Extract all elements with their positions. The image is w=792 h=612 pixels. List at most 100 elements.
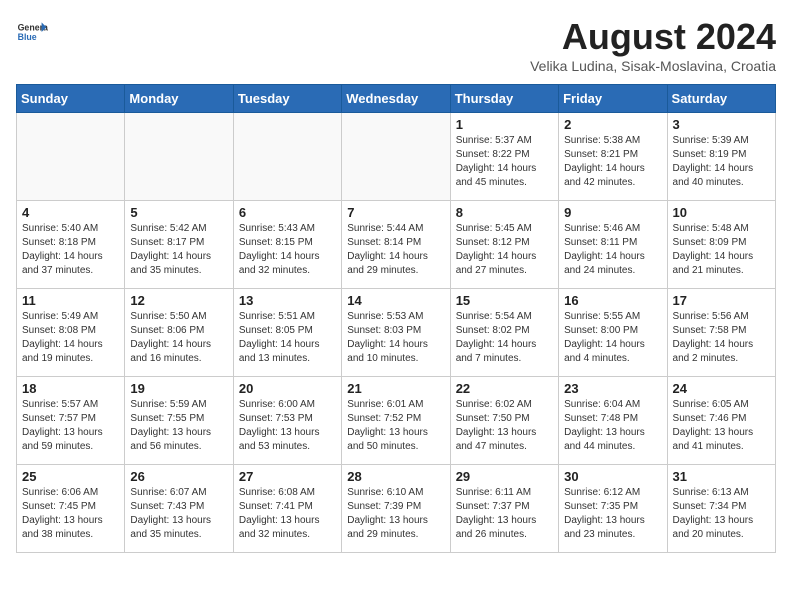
day-number: 14 [347,293,444,308]
calendar-week-3: 11Sunrise: 5:49 AM Sunset: 8:08 PM Dayli… [17,289,776,377]
day-number: 10 [673,205,770,220]
calendar-cell: 8 Sunrise: 5:45 AM Sunset: 8:12 PM Daylig… [450,201,558,289]
calendar-cell: 3Sunrise: 5:39 AM Sunset: 8:19 PM Daylig… [667,113,775,201]
calendar-cell: 13 Sunrise: 5:51 AM Sunset: 8:05 PM Dayli… [233,289,341,377]
calendar-cell: 11Sunrise: 5:49 AM Sunset: 8:08 PM Dayli… [17,289,125,377]
day-info: Sunrise: 5:50 AM Sunset: 8:06 PM Dayligh… [130,310,227,366]
calendar-cell: 25 Sunrise: 6:06 AM Sunset: 7:45 PM Dayli… [17,465,125,553]
day-number: 21 [347,381,444,396]
day-number: 6 [239,205,336,220]
day-number: 2 [564,117,661,132]
calendar-week-5: 25 Sunrise: 6:06 AM Sunset: 7:45 PM Dayli… [17,465,776,553]
day-info: Sunrise: 5:51 AM Sunset: 8:05 PM Dayligh… [239,310,336,366]
calendar-cell: 16 Sunrise: 5:55 AM Sunset: 8:00 PM Dayli… [559,289,667,377]
calendar-week-2: 4 Sunrise: 5:40 AM Sunset: 8:18 PM Daylig… [17,201,776,289]
day-number: 3 [673,117,770,132]
title-block: August 2024 Velika Ludina, Sisak-Moslavi… [530,16,776,74]
calendar-cell: 15 Sunrise: 5:54 AM Sunset: 8:02 PM Dayli… [450,289,558,377]
day-info: Sunrise: 6:10 AM Sunset: 7:39 PM Dayligh… [347,486,444,542]
day-number: 11 [22,293,119,308]
day-info: Sunrise: 6:13 AM Sunset: 7:34 PM Dayligh… [673,486,770,542]
calendar-week-4: 18Sunrise: 5:57 AM Sunset: 7:57 PM Dayli… [17,377,776,465]
day-info: Sunrise: 6:01 AM Sunset: 7:52 PM Dayligh… [347,398,444,454]
calendar-cell [125,113,233,201]
calendar-cell: 17Sunrise: 5:56 AM Sunset: 7:58 PM Dayli… [667,289,775,377]
calendar-cell: 23Sunrise: 6:04 AM Sunset: 7:48 PM Dayli… [559,377,667,465]
calendar-cell: 24Sunrise: 6:05 AM Sunset: 7:46 PM Dayli… [667,377,775,465]
calendar-cell: 4 Sunrise: 5:40 AM Sunset: 8:18 PM Daylig… [17,201,125,289]
calendar-cell: 18Sunrise: 5:57 AM Sunset: 7:57 PM Dayli… [17,377,125,465]
day-number: 26 [130,469,227,484]
calendar-cell: 28 Sunrise: 6:10 AM Sunset: 7:39 PM Dayli… [342,465,450,553]
day-number: 4 [22,205,119,220]
day-info: Sunrise: 5:46 AM Sunset: 8:11 PM Dayligh… [564,222,661,278]
day-info: Sunrise: 6:08 AM Sunset: 7:41 PM Dayligh… [239,486,336,542]
weekday-header-thursday: Thursday [450,85,558,113]
day-number: 27 [239,469,336,484]
weekday-header-wednesday: Wednesday [342,85,450,113]
day-info: Sunrise: 6:11 AM Sunset: 7:37 PM Dayligh… [456,486,553,542]
calendar-cell: 2Sunrise: 5:38 AM Sunset: 8:21 PM Daylig… [559,113,667,201]
calendar-cell [233,113,341,201]
day-info: Sunrise: 5:53 AM Sunset: 8:03 PM Dayligh… [347,310,444,366]
day-info: Sunrise: 6:05 AM Sunset: 7:46 PM Dayligh… [673,398,770,454]
svg-text:Blue: Blue [18,32,37,42]
calendar-cell: 9 Sunrise: 5:46 AM Sunset: 8:11 PM Daylig… [559,201,667,289]
day-number: 25 [22,469,119,484]
calendar-cell: 12 Sunrise: 5:50 AM Sunset: 8:06 PM Dayli… [125,289,233,377]
day-info: Sunrise: 5:42 AM Sunset: 8:17 PM Dayligh… [130,222,227,278]
day-info: Sunrise: 6:02 AM Sunset: 7:50 PM Dayligh… [456,398,553,454]
day-number: 13 [239,293,336,308]
day-info: Sunrise: 5:43 AM Sunset: 8:15 PM Dayligh… [239,222,336,278]
day-info: Sunrise: 6:07 AM Sunset: 7:43 PM Dayligh… [130,486,227,542]
day-number: 15 [456,293,553,308]
day-info: Sunrise: 5:37 AM Sunset: 8:22 PM Dayligh… [456,134,553,190]
day-number: 9 [564,205,661,220]
day-number: 23 [564,381,661,396]
calendar-cell: 30Sunrise: 6:12 AM Sunset: 7:35 PM Dayli… [559,465,667,553]
day-info: Sunrise: 5:55 AM Sunset: 8:00 PM Dayligh… [564,310,661,366]
weekday-header-saturday: Saturday [667,85,775,113]
calendar-cell: 14 Sunrise: 5:53 AM Sunset: 8:03 PM Dayli… [342,289,450,377]
day-number: 5 [130,205,227,220]
calendar-cell: 29 Sunrise: 6:11 AM Sunset: 7:37 PM Dayli… [450,465,558,553]
calendar-week-1: 1 Sunrise: 5:37 AM Sunset: 8:22 PM Daylig… [17,113,776,201]
calendar-cell [342,113,450,201]
calendar-cell: 19 Sunrise: 5:59 AM Sunset: 7:55 PM Dayli… [125,377,233,465]
day-info: Sunrise: 5:48 AM Sunset: 8:09 PM Dayligh… [673,222,770,278]
location-subtitle: Velika Ludina, Sisak-Moslavina, Croatia [530,58,776,74]
page-header: General Blue August 2024 Velika Ludina, … [16,16,776,74]
weekday-header-monday: Monday [125,85,233,113]
calendar-cell: 5 Sunrise: 5:42 AM Sunset: 8:17 PM Daylig… [125,201,233,289]
day-info: Sunrise: 6:06 AM Sunset: 7:45 PM Dayligh… [22,486,119,542]
day-number: 16 [564,293,661,308]
weekday-header-tuesday: Tuesday [233,85,341,113]
logo: General Blue [16,16,48,48]
day-number: 8 [456,205,553,220]
day-number: 12 [130,293,227,308]
month-year-title: August 2024 [530,16,776,58]
calendar-cell: 6 Sunrise: 5:43 AM Sunset: 8:15 PM Daylig… [233,201,341,289]
day-number: 28 [347,469,444,484]
day-info: Sunrise: 5:57 AM Sunset: 7:57 PM Dayligh… [22,398,119,454]
calendar-cell [17,113,125,201]
day-info: Sunrise: 5:45 AM Sunset: 8:12 PM Dayligh… [456,222,553,278]
day-number: 7 [347,205,444,220]
calendar-cell: 22Sunrise: 6:02 AM Sunset: 7:50 PM Dayli… [450,377,558,465]
weekday-header-sunday: Sunday [17,85,125,113]
calendar-header-row: SundayMondayTuesdayWednesdayThursdayFrid… [17,85,776,113]
calendar-cell: 1 Sunrise: 5:37 AM Sunset: 8:22 PM Daylig… [450,113,558,201]
day-info: Sunrise: 5:59 AM Sunset: 7:55 PM Dayligh… [130,398,227,454]
calendar-cell: 31 Sunrise: 6:13 AM Sunset: 7:34 PM Dayli… [667,465,775,553]
day-info: Sunrise: 5:40 AM Sunset: 8:18 PM Dayligh… [22,222,119,278]
day-number: 1 [456,117,553,132]
day-info: Sunrise: 5:54 AM Sunset: 8:02 PM Dayligh… [456,310,553,366]
logo-icon: General Blue [16,16,48,48]
calendar-table: SundayMondayTuesdayWednesdayThursdayFrid… [16,84,776,553]
day-number: 19 [130,381,227,396]
day-info: Sunrise: 6:00 AM Sunset: 7:53 PM Dayligh… [239,398,336,454]
day-number: 20 [239,381,336,396]
calendar-cell: 27 Sunrise: 6:08 AM Sunset: 7:41 PM Dayli… [233,465,341,553]
day-number: 31 [673,469,770,484]
day-number: 29 [456,469,553,484]
